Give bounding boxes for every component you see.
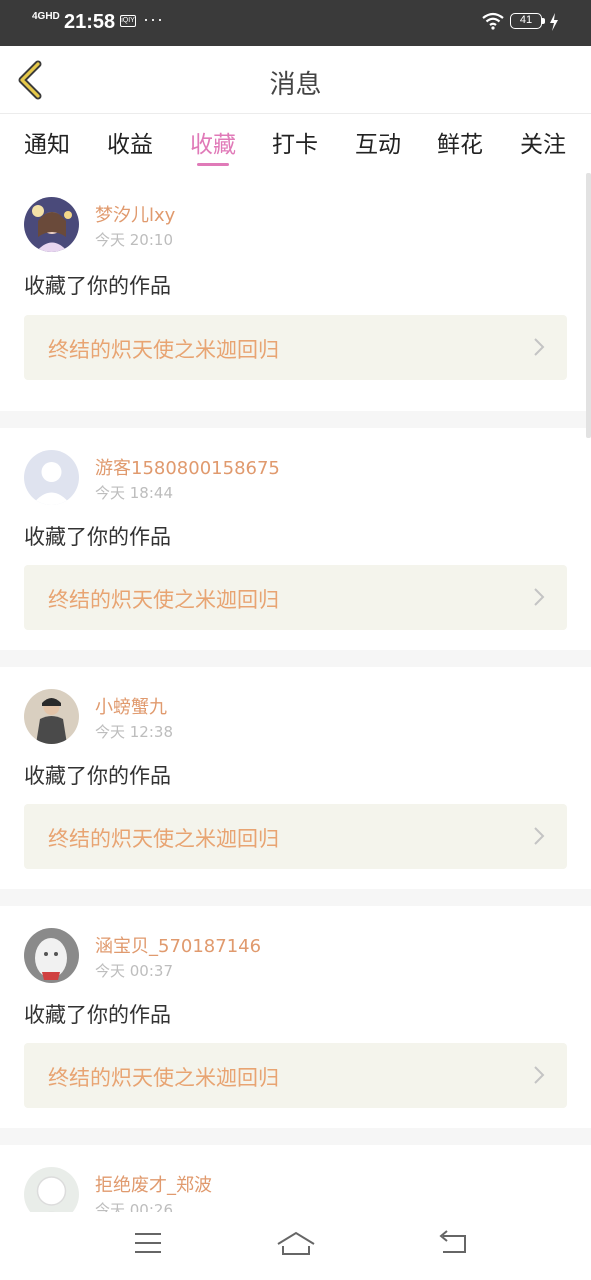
divider (0, 411, 591, 428)
avatar[interactable] (24, 928, 79, 983)
timestamp: 今天 12:38 (95, 723, 173, 741)
tab-checkin[interactable]: 打卡 (260, 125, 330, 159)
avatar[interactable] (24, 197, 79, 252)
chevron-right-icon (534, 588, 545, 606)
network-indicator: 4GHD (32, 11, 60, 22)
work-link[interactable]: 终结的炽天使之米迦回归 (24, 315, 567, 380)
chevron-right-icon (534, 827, 545, 845)
avatar[interactable] (24, 450, 79, 505)
page-title: 消息 (269, 70, 322, 100)
status-bar: 4GHD 21:58 iQIY ··· 41 (0, 0, 591, 46)
tab-earnings[interactable]: 收益 (95, 125, 165, 159)
work-title: 终结的炽天使之米迦回归 (48, 588, 279, 612)
more-notifications-icon: ··· (143, 9, 164, 29)
user-name[interactable]: 小螃蟹九 (95, 693, 167, 719)
tab-favorites[interactable]: 收藏 (178, 125, 248, 159)
divider (0, 650, 591, 667)
list-item: 小螃蟹九 今天 12:38 收藏了你的作品 终结的炽天使之米迦回归 (0, 667, 591, 889)
work-link[interactable]: 终结的炽天使之米迦回归 (24, 565, 567, 630)
tab-following[interactable]: 关注 (508, 125, 578, 159)
user-name[interactable]: 梦汐儿lxy (95, 201, 175, 227)
work-title: 终结的炽天使之米迦回归 (48, 338, 279, 362)
return-icon[interactable] (437, 1230, 469, 1256)
user-name[interactable]: 拒绝废才_郑波 (95, 1171, 212, 1197)
action-text: 收藏了你的作品 (24, 525, 171, 549)
system-nav-bar (0, 1212, 591, 1280)
work-title: 终结的炽天使之米迦回归 (48, 1066, 279, 1090)
list-item: 梦汐儿lxy 今天 20:10 收藏了你的作品 终结的炽天使之米迦回归 (0, 173, 591, 411)
work-link[interactable]: 终结的炽天使之米迦回归 (24, 1043, 567, 1108)
tab-flowers[interactable]: 鲜花 (425, 125, 495, 159)
work-link[interactable]: 终结的炽天使之米迦回归 (24, 804, 567, 869)
user-name[interactable]: 涵宝贝_570187146 (95, 932, 261, 958)
timestamp: 今天 20:10 (95, 231, 173, 249)
timestamp: 今天 18:44 (95, 484, 173, 502)
user-name[interactable]: 游客1580800158675 (95, 454, 280, 480)
clock: 21:58 (64, 11, 116, 33)
scrollbar[interactable] (586, 173, 591, 438)
header: 消息 (0, 46, 591, 114)
active-tab-indicator (197, 163, 229, 166)
app-notification-icon: iQIY (120, 15, 136, 27)
tab-interactions[interactable]: 互动 (343, 125, 413, 159)
timestamp: 今天 00:37 (95, 962, 173, 980)
home-icon[interactable] (276, 1230, 316, 1258)
work-title: 终结的炽天使之米迦回归 (48, 827, 279, 851)
list-item: 游客1580800158675 今天 18:44 收藏了你的作品 终结的炽天使之… (0, 428, 591, 650)
battery-icon: 41 (510, 13, 542, 29)
avatar[interactable] (24, 689, 79, 744)
message-list[interactable]: 梦汐儿lxy 今天 20:10 收藏了你的作品 终结的炽天使之米迦回归 游客15… (0, 173, 591, 1235)
tab-bar: 通知 收益 收藏 打卡 互动 鲜花 关注 (0, 115, 591, 171)
battery-tip (542, 18, 545, 24)
chevron-right-icon (534, 1066, 545, 1084)
list-item: 涵宝贝_570187146 今天 00:37 收藏了你的作品 终结的炽天使之米迦… (0, 906, 591, 1128)
wifi-icon (482, 12, 504, 30)
menu-icon[interactable] (134, 1230, 162, 1256)
action-text: 收藏了你的作品 (24, 274, 171, 298)
divider (0, 1128, 591, 1145)
divider (0, 889, 591, 906)
charging-icon (550, 13, 558, 31)
tab-notifications[interactable]: 通知 (12, 125, 82, 159)
chevron-right-icon (534, 338, 545, 356)
action-text: 收藏了你的作品 (24, 764, 171, 788)
action-text: 收藏了你的作品 (24, 1003, 171, 1027)
